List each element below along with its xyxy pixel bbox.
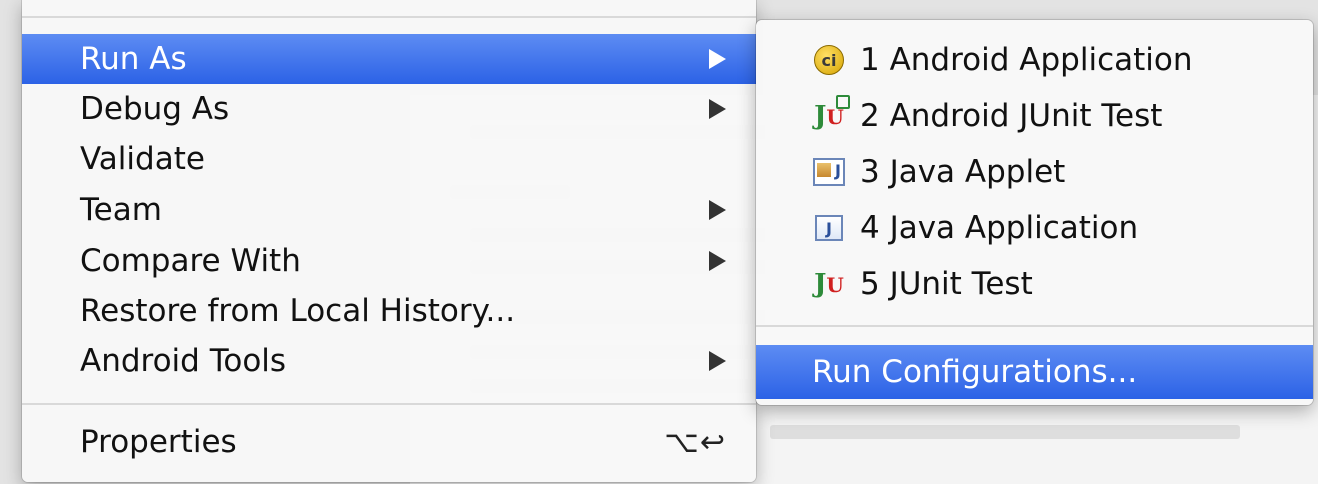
menu-item-label: Validate bbox=[80, 141, 205, 177]
background-line bbox=[770, 425, 1240, 439]
submenu-item-label: Run Configurations... bbox=[812, 354, 1138, 390]
menu-item-validate[interactable]: Validate bbox=[22, 134, 756, 184]
submenu-arrow-icon bbox=[709, 351, 726, 371]
submenu-item-run-configurations[interactable]: Run Configurations... bbox=[756, 345, 1313, 399]
submenu-item-java-application[interactable]: J 4 Java Application bbox=[756, 200, 1313, 256]
menu-item-label: Android Tools bbox=[80, 343, 287, 379]
submenu-item-label: 2 Android JUnit Test bbox=[860, 98, 1163, 134]
android-junit-icon: JU bbox=[812, 95, 850, 133]
menu-item-label: Run As bbox=[80, 41, 187, 77]
submenu-item-label: 4 Java Application bbox=[860, 210, 1139, 246]
menu-item-label: Restore from Local History... bbox=[80, 293, 516, 329]
android-application-icon: ci bbox=[812, 43, 846, 77]
submenu-arrow-icon bbox=[709, 200, 726, 220]
keyboard-shortcut: ⌥↩ bbox=[664, 424, 726, 460]
submenu-item-label: 1 Android Application bbox=[860, 42, 1193, 78]
java-applet-icon: J bbox=[812, 155, 846, 189]
menu-item-debug-as[interactable]: Debug As bbox=[22, 84, 756, 134]
submenu-arrow-icon bbox=[709, 49, 726, 69]
submenu-item-label: 3 Java Applet bbox=[860, 154, 1066, 190]
menu-item-team[interactable]: Team bbox=[22, 185, 756, 235]
submenu-item-junit-test[interactable]: JU 5 JUnit Test bbox=[756, 256, 1313, 312]
submenu-arrow-icon bbox=[709, 251, 726, 271]
run-as-submenu: ci 1 Android Application JU 2 Android JU… bbox=[756, 20, 1313, 405]
menu-item-compare-with[interactable]: Compare With bbox=[22, 236, 756, 286]
submenu-separator bbox=[756, 325, 1313, 327]
menu-item-label: Properties bbox=[80, 424, 237, 460]
submenu-item-java-applet[interactable]: J 3 Java Applet bbox=[756, 144, 1313, 200]
submenu-arrow-icon bbox=[709, 99, 726, 119]
menu-item-label: Team bbox=[80, 192, 162, 228]
menu-separator bbox=[22, 403, 756, 405]
submenu-item-label: 5 JUnit Test bbox=[860, 266, 1033, 302]
junit-icon: JU bbox=[814, 269, 844, 299]
menu-separator bbox=[22, 16, 756, 18]
menu-item-label: Compare With bbox=[80, 243, 301, 279]
menu-item-label: Debug As bbox=[80, 91, 230, 127]
context-menu: Run As Debug As Validate Team Compare Wi… bbox=[22, 0, 756, 482]
menu-item-restore-history[interactable]: Restore from Local History... bbox=[22, 286, 756, 336]
submenu-item-android-junit-test[interactable]: JU 2 Android JUnit Test bbox=[756, 88, 1313, 144]
menu-item-android-tools[interactable]: Android Tools bbox=[22, 336, 756, 386]
java-application-icon: J bbox=[812, 211, 846, 245]
submenu-item-android-application[interactable]: ci 1 Android Application bbox=[756, 32, 1313, 88]
menu-item-properties[interactable]: Properties ⌥↩ bbox=[22, 417, 756, 467]
menu-item-run-as[interactable]: Run As bbox=[22, 34, 756, 84]
